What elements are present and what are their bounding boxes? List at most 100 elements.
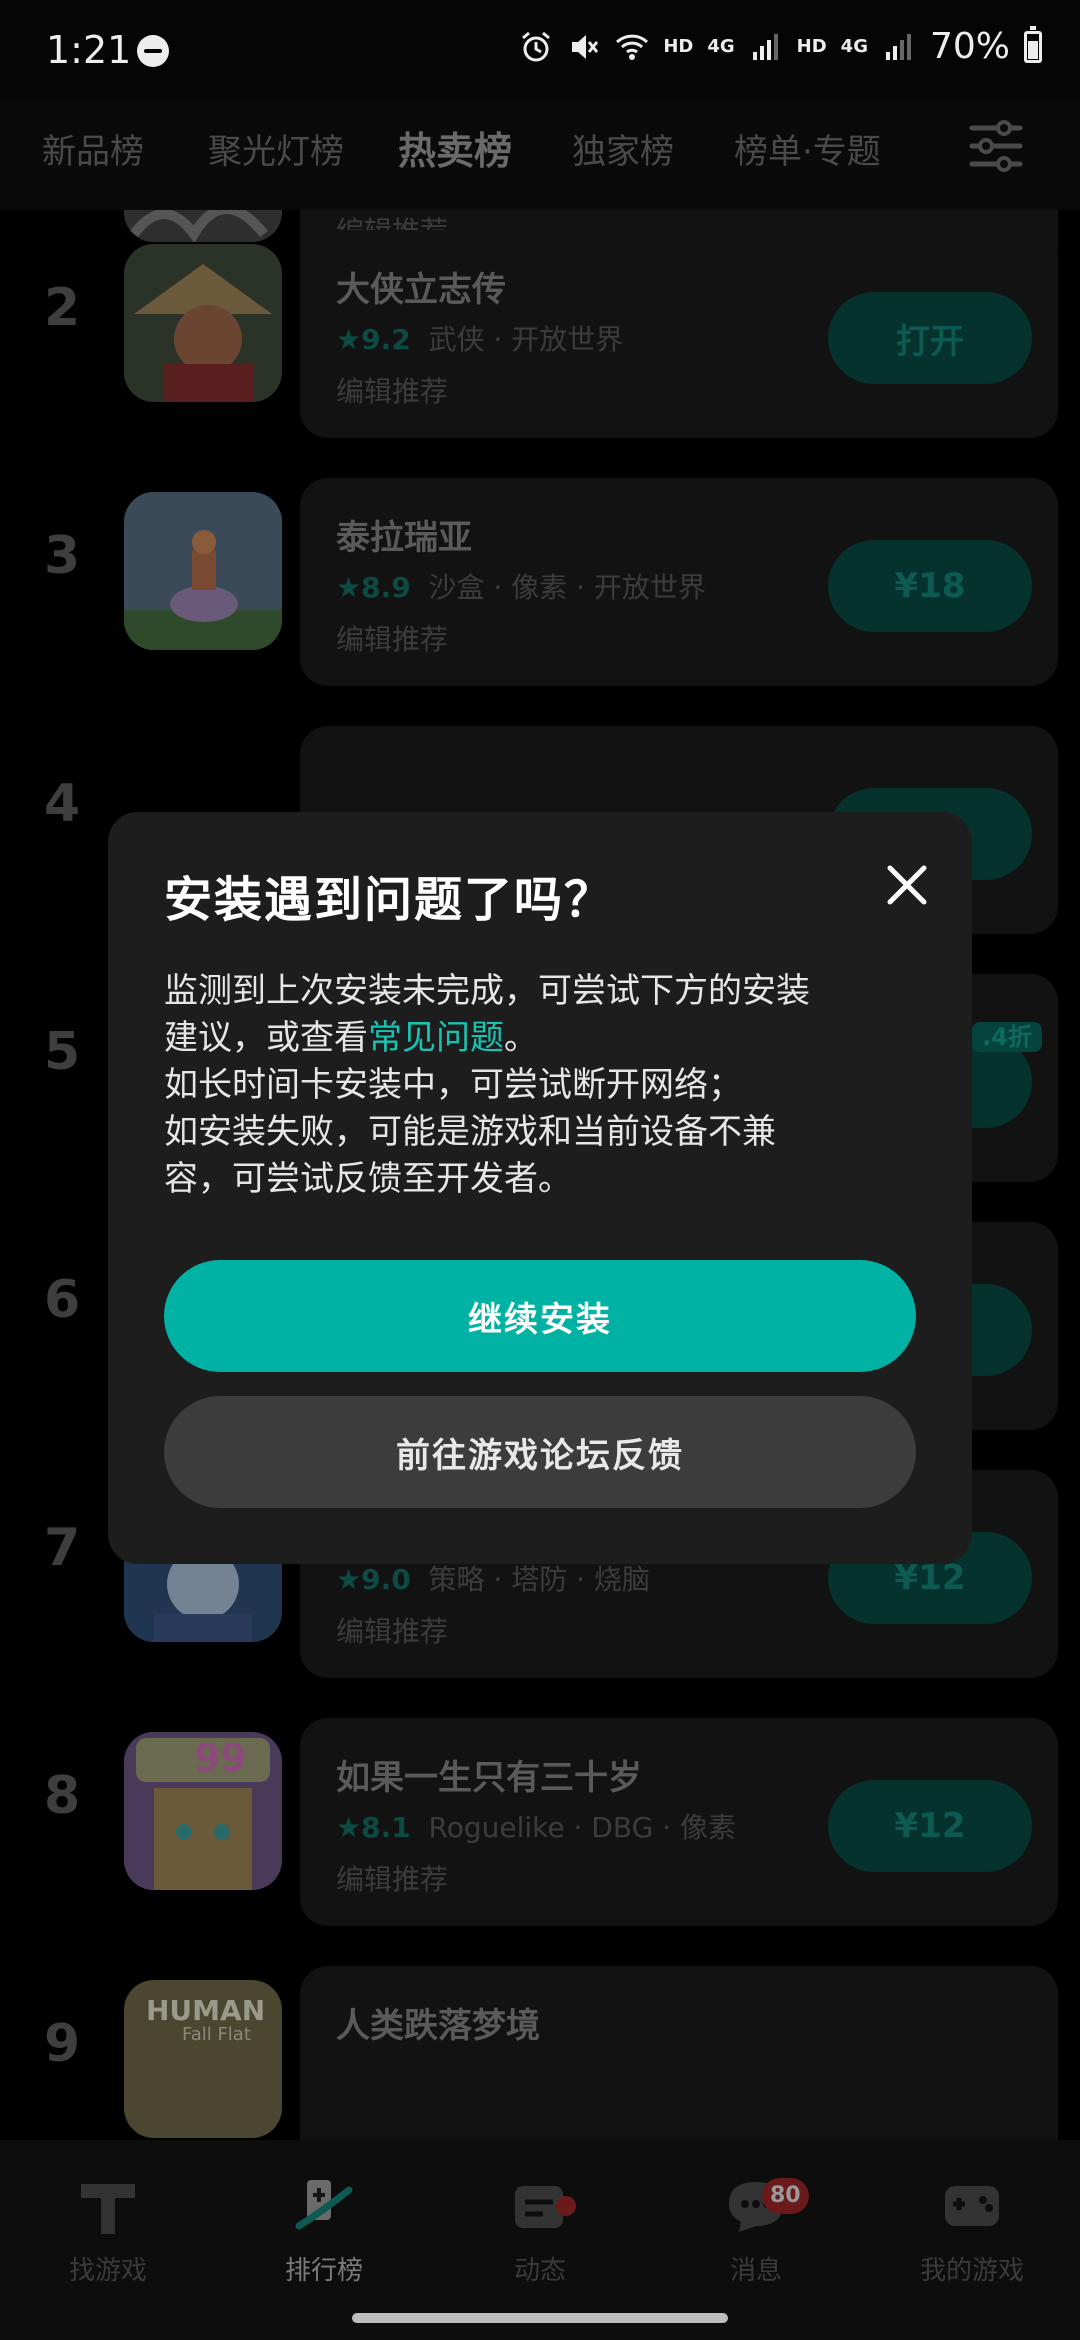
- game-tag: 编辑推荐: [336, 623, 449, 656]
- nav-my-games[interactable]: 我的游戏: [882, 2170, 1062, 2287]
- network-label-1: 4G: [707, 36, 735, 57]
- nav-messages[interactable]: 80 消息: [666, 2170, 846, 2287]
- game-card[interactable]: 大侠立志传 ★9.2 武侠 · 开放世界 编辑推荐 打开: [300, 230, 1058, 438]
- game-tag: 编辑推荐: [336, 1863, 449, 1896]
- game-name: 泰拉瑞亚: [336, 518, 472, 558]
- rank-number: 6: [44, 1270, 81, 1330]
- game-score: 8.9: [361, 571, 411, 604]
- tab-new[interactable]: 新品榜: [42, 124, 144, 173]
- game-meta: ★8.9 沙盒 · 像素 · 开放世界: [336, 571, 706, 604]
- nav-feed[interactable]: 动态: [450, 2170, 630, 2287]
- signal-icon-1: [752, 33, 778, 60]
- rank-number: 3: [44, 526, 81, 586]
- status-time: 1:21: [46, 28, 132, 72]
- dialog-message: 监测到上次安装未完成，可尝试下方的安装 建议，或查看常见问题。 如长时间卡安装中…: [164, 968, 924, 1203]
- discount-badge: .4折: [972, 1022, 1042, 1052]
- nav-label: 消息: [729, 2256, 782, 2286]
- list-item[interactable]: 9 HUMAN Fall Flat 人类跌落梦境: [0, 1946, 1080, 2140]
- game-icon-8: 99: [124, 1732, 282, 1890]
- message-line: 建议，或查看常见问题。: [164, 1015, 924, 1062]
- battery-percent: 70%: [929, 26, 1010, 67]
- tab-bestseller[interactable]: 热卖榜: [398, 120, 513, 175]
- nav-label: 动态: [513, 2256, 566, 2286]
- dialog-title: 安装遇到问题了吗？: [164, 872, 615, 928]
- feed-badge-dot: [556, 2196, 576, 2216]
- game-name: 人类跌落梦境: [336, 2006, 540, 2046]
- message-line: 如长时间卡安装中，可尝试断开网络；: [164, 1065, 742, 1105]
- list-item[interactable]: 8 99 如果一生只有三十岁 ★8.1 Roguelike · DBG · 像素…: [0, 1698, 1080, 1928]
- filter-settings-icon[interactable]: [968, 118, 1024, 174]
- message-line: 容，可尝试反馈至开发者。: [164, 1159, 572, 1199]
- mute-icon: [572, 34, 599, 59]
- list-item[interactable]: 3 泰拉瑞亚 ★8.9 沙盒 · 像素 · 开放世界 编辑推荐 ¥18: [0, 458, 1080, 688]
- rank-number: 9: [44, 2014, 81, 2074]
- find-games-icon: [81, 2184, 135, 2234]
- icon-subtitle: Fall Flat: [182, 2024, 251, 2045]
- rank-number: 7: [44, 1518, 81, 1578]
- tab-spotlight[interactable]: 聚光灯榜: [208, 124, 344, 173]
- network-label-2: 4G: [840, 36, 868, 57]
- game-icon-3: [124, 492, 282, 650]
- price-button[interactable]: ¥18: [828, 540, 1032, 632]
- ranking-icon: [295, 2180, 353, 2230]
- status-icons: HD 4G HD 4G 70%: [519, 25, 1042, 67]
- tab-exclusive[interactable]: 独家榜: [572, 124, 674, 173]
- game-score: 9.2: [361, 323, 411, 356]
- game-icon-9: HUMAN Fall Flat: [124, 1980, 282, 2138]
- game-name: 大侠立志传: [336, 270, 506, 310]
- price-button[interactable]: ¥12: [828, 1780, 1032, 1872]
- game-meta: ★8.1 Roguelike · DBG · 像素: [336, 1811, 736, 1844]
- alarm-icon: [522, 31, 551, 61]
- icon-title: HUMAN: [146, 1994, 266, 2027]
- game-score: 9.0: [361, 1563, 411, 1596]
- open-button[interactable]: 打开: [828, 292, 1032, 384]
- forum-feedback-button[interactable]: 前往游戏论坛反馈: [164, 1396, 916, 1508]
- message-text: 建议，或查看: [164, 1018, 368, 1058]
- game-genres: 沙盒 · 像素 · 开放世界: [428, 571, 706, 604]
- game-genres: 武侠 · 开放世界: [428, 323, 624, 356]
- game-score: 8.1: [361, 1811, 411, 1844]
- rank-number: 5: [44, 1022, 81, 1082]
- home-indicator[interactable]: [352, 2313, 728, 2323]
- game-meta: ★9.2 武侠 · 开放世界: [336, 323, 624, 356]
- signal-icon-2: [885, 33, 911, 60]
- faq-link[interactable]: 常见问题: [368, 1018, 504, 1058]
- hd-label-1: HD: [663, 36, 694, 57]
- game-tag: 编辑推荐: [336, 1615, 449, 1648]
- close-icon[interactable]: [880, 858, 934, 912]
- message-text: 。: [504, 1018, 538, 1058]
- nav-label: 排行榜: [284, 2256, 363, 2286]
- continue-install-button[interactable]: 继续安装: [164, 1260, 916, 1372]
- likes-count: 99: [194, 1736, 247, 1780]
- do-not-disturb-icon: [137, 35, 169, 67]
- game-name: 如果一生只有三十岁: [336, 1758, 642, 1798]
- message-line: 监测到上次安装未完成，可尝试下方的安装: [164, 971, 810, 1011]
- message-badge: 80: [762, 2178, 809, 2214]
- list-item[interactable]: 2 大侠立志传 ★9.2 武侠 · 开放世界 编辑推荐 打开: [0, 210, 1080, 440]
- nav-find-games[interactable]: 找游戏: [18, 2170, 198, 2287]
- game-genres: 策略 · 塔防 · 烧脑: [428, 1563, 650, 1596]
- nav-ranking[interactable]: 排行榜: [234, 2170, 414, 2287]
- wifi-icon: [616, 34, 649, 60]
- hd-label-2: HD: [796, 36, 827, 57]
- rank-number: 4: [44, 774, 81, 834]
- message-line: 如安装失败，可能是游戏和当前设备不兼: [164, 1112, 776, 1152]
- rank-number: 8: [44, 1766, 81, 1826]
- bottom-nav: 找游戏 排行榜 动态 80 消息 我的游戏: [0, 2140, 1080, 2340]
- ranking-tabs: 新品榜 聚光灯榜 热卖榜 独家榜 榜单·专题: [0, 100, 1080, 210]
- game-meta: ★9.0 策略 · 塔防 · 烧脑: [336, 1563, 650, 1596]
- game-icon-2: [124, 244, 282, 402]
- status-bar: 1:21 HD 4G HD 4G 70%: [0, 0, 1080, 100]
- nav-label: 我的游戏: [919, 2256, 1024, 2286]
- game-card[interactable]: 泰拉瑞亚 ★8.9 沙盒 · 像素 · 开放世界 编辑推荐 ¥18: [300, 478, 1058, 686]
- game-card[interactable]: 人类跌落梦境: [300, 1966, 1058, 2140]
- game-genres: Roguelike · DBG · 像素: [428, 1811, 736, 1844]
- install-problem-dialog: 安装遇到问题了吗？ 监测到上次安装未完成，可尝试下方的安装 建议，或查看常见问题…: [108, 812, 972, 1564]
- rank-number: 2: [44, 278, 81, 338]
- my-games-icon: [945, 2186, 999, 2226]
- tab-lists-topics[interactable]: 榜单·专题: [734, 124, 881, 173]
- battery-icon: [1024, 25, 1042, 63]
- game-tag: 编辑推荐: [336, 375, 449, 408]
- nav-label: 找游戏: [68, 2256, 147, 2286]
- game-card[interactable]: 如果一生只有三十岁 ★8.1 Roguelike · DBG · 像素 编辑推荐…: [300, 1718, 1058, 1926]
